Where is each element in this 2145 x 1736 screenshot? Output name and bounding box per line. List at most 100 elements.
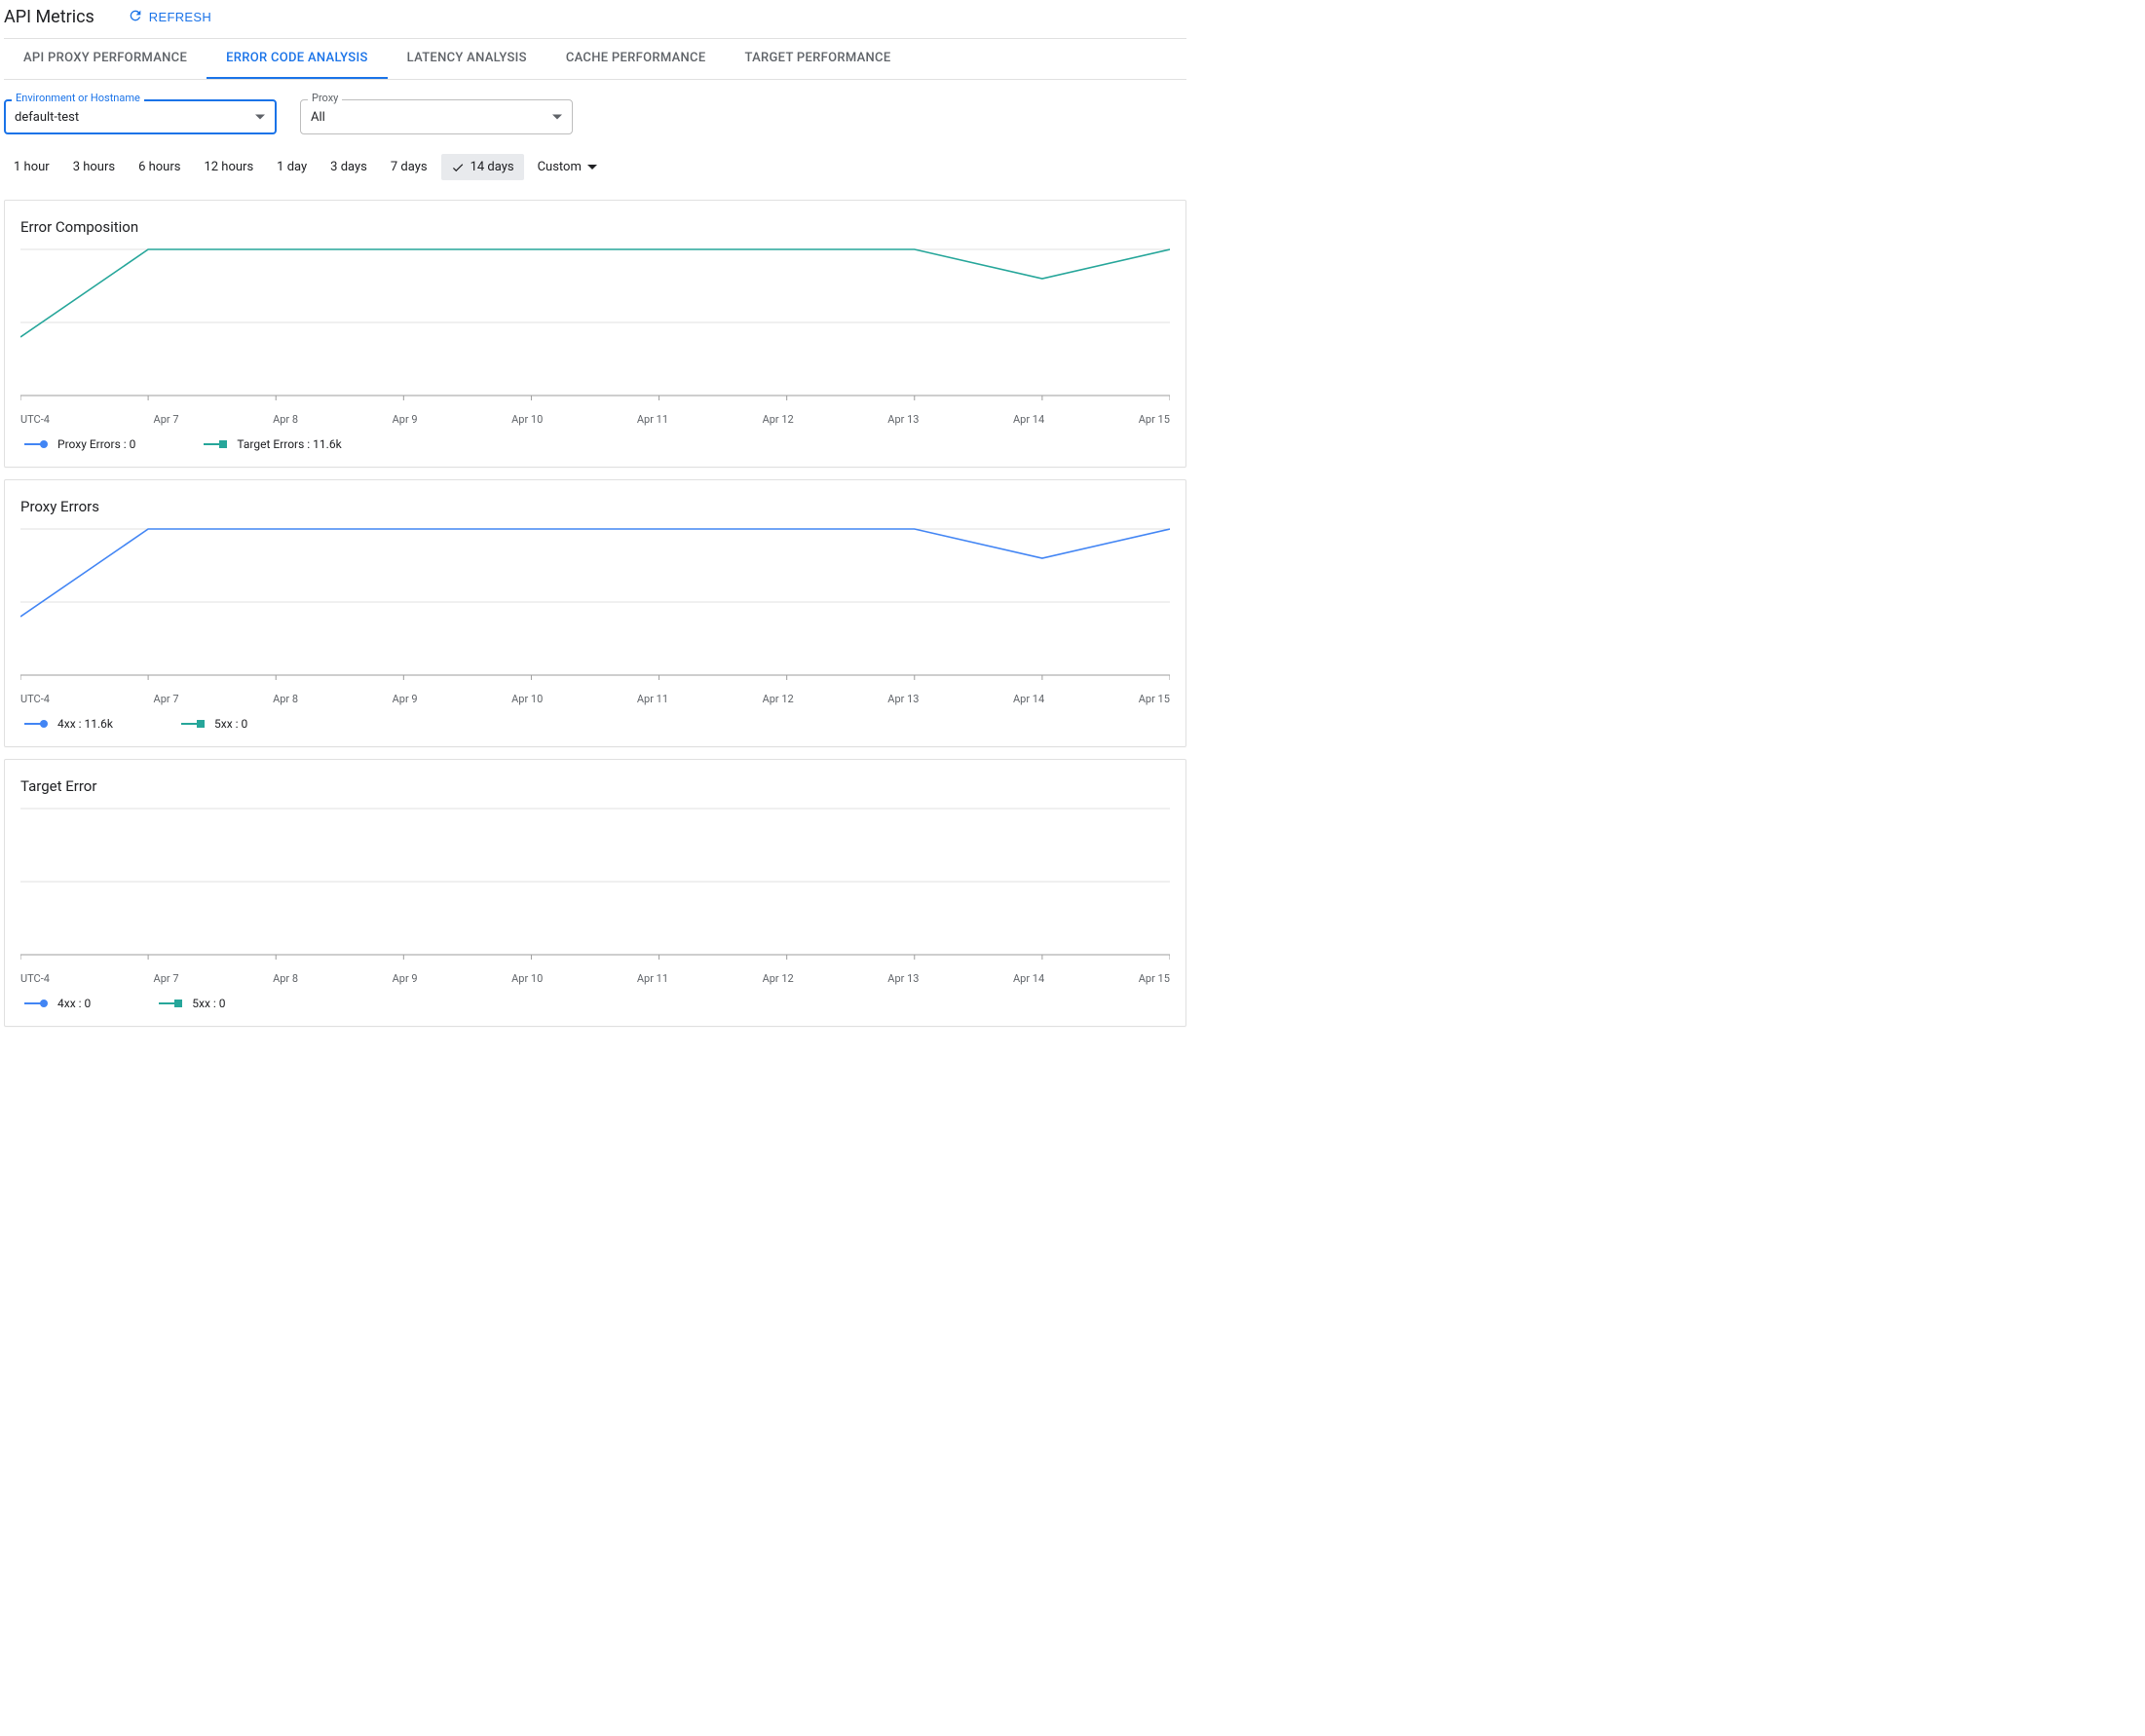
range-label: 14 days	[470, 160, 514, 174]
range-3-hours[interactable]: 3 hours	[63, 154, 125, 180]
range-custom[interactable]: Custom	[528, 154, 607, 180]
legend-swatch	[181, 720, 205, 728]
legend-label: Proxy Errors : 0	[57, 437, 135, 451]
range-label: 1 day	[277, 160, 307, 174]
range-14-days[interactable]: 14 days	[441, 154, 524, 180]
axis-tick: Apr 9	[393, 413, 418, 426]
axis-tick: UTC-4	[20, 693, 59, 705]
axis-tick: Apr 8	[273, 413, 298, 426]
legend: 4xx : 11.6k 5xx : 0	[20, 713, 1170, 736]
axis-tick: Apr 11	[637, 972, 668, 985]
legend-swatch	[204, 440, 227, 448]
legend-item[interactable]: 4xx : 0	[24, 997, 91, 1010]
axis-tick: Apr 7	[154, 972, 179, 985]
axis-tick: Apr 14	[1013, 413, 1044, 426]
chart-plot	[20, 523, 1170, 689]
x-axis: UTC-4 Apr 7 Apr 8 Apr 9 Apr 10 Apr 11 Apr 12 Ap…	[20, 689, 1170, 713]
chart-title: Proxy Errors	[20, 498, 1170, 515]
proxy-value: All	[311, 110, 325, 125]
tab-cache-performance[interactable]: CACHE PERFORMANCE	[546, 39, 726, 79]
range-6-hours[interactable]: 6 hours	[129, 154, 190, 180]
axis-tick: UTC-4	[20, 413, 59, 426]
legend-label: 5xx : 0	[192, 997, 225, 1010]
axis-tick: Apr 12	[763, 693, 794, 705]
axis-tick: Apr 9	[393, 693, 418, 705]
range-label: 6 hours	[138, 160, 180, 174]
range-label: 7 days	[391, 160, 428, 174]
chevron-down-icon	[552, 115, 562, 120]
axis-tick: Apr 7	[154, 413, 179, 426]
axis-tick: Apr 11	[637, 693, 668, 705]
axis-tick: Apr 14	[1013, 972, 1044, 985]
axis-tick: Apr 10	[511, 972, 543, 985]
refresh-label: REFRESH	[149, 10, 211, 24]
tab-latency-analysis[interactable]: LATENCY ANALYSIS	[388, 39, 546, 79]
range-label: 1 hour	[14, 160, 50, 174]
chart-title: Target Error	[20, 777, 1170, 795]
page-title: API Metrics	[4, 7, 94, 27]
proxy-field[interactable]: Proxy All	[300, 99, 573, 134]
range-label: 3 hours	[73, 160, 115, 174]
range-label: 3 days	[330, 160, 367, 174]
time-range-row: 1 hour 3 hours 6 hours 12 hours 1 day 3 days 7…	[4, 140, 1186, 188]
legend: Proxy Errors : 0 Target Errors : 11.6k	[20, 434, 1170, 457]
legend-swatch	[24, 1000, 48, 1007]
range-3-days[interactable]: 3 days	[320, 154, 377, 180]
legend-item[interactable]: 4xx : 11.6k	[24, 717, 113, 731]
range-1-day[interactable]: 1 day	[267, 154, 317, 180]
legend: 4xx : 0 5xx : 0	[20, 993, 1170, 1016]
range-7-days[interactable]: 7 days	[381, 154, 437, 180]
legend-label: 4xx : 0	[57, 997, 91, 1010]
axis-tick: Apr 15	[1139, 413, 1170, 426]
refresh-button[interactable]: REFRESH	[122, 4, 217, 30]
legend-item[interactable]: Target Errors : 11.6k	[204, 437, 341, 451]
axis-tick: Apr 10	[511, 693, 543, 705]
chart-card-target_error: Target Error UTC-4 Apr 7 Apr 8 Apr 9 Apr 10 Ap…	[4, 759, 1186, 1027]
environment-label: Environment or Hostname	[12, 92, 144, 104]
check-icon	[451, 161, 465, 174]
legend-item[interactable]: Proxy Errors : 0	[24, 437, 135, 451]
axis-tick: Apr 13	[887, 413, 919, 426]
axis-tick: Apr 14	[1013, 693, 1044, 705]
tab-target-performance[interactable]: TARGET PERFORMANCE	[726, 39, 911, 79]
chart-plot	[20, 244, 1170, 409]
legend-label: Target Errors : 11.6k	[237, 437, 341, 451]
axis-tick: Apr 12	[763, 413, 794, 426]
axis-tick: Apr 11	[637, 413, 668, 426]
axis-tick: Apr 7	[154, 693, 179, 705]
axis-tick: Apr 15	[1139, 972, 1170, 985]
legend-label: 4xx : 11.6k	[57, 717, 113, 731]
tab-api-proxy-performance[interactable]: API PROXY PERFORMANCE	[4, 39, 207, 79]
chart-plot	[20, 803, 1170, 968]
axis-tick: Apr 8	[273, 693, 298, 705]
environment-field[interactable]: Environment or Hostname default-test	[4, 99, 277, 134]
tab-error-code-analysis[interactable]: ERROR CODE ANALYSIS	[207, 39, 388, 79]
range-label: 12 hours	[204, 160, 253, 174]
axis-tick: Apr 10	[511, 413, 543, 426]
refresh-icon	[128, 8, 149, 26]
legend-swatch	[24, 440, 48, 448]
legend-swatch	[159, 1000, 182, 1007]
axis-tick: Apr 13	[887, 693, 919, 705]
chevron-down-icon	[587, 165, 597, 170]
proxy-label: Proxy	[308, 92, 342, 104]
x-axis: UTC-4 Apr 7 Apr 8 Apr 9 Apr 10 Apr 11 Apr 12 Ap…	[20, 409, 1170, 434]
chevron-down-icon	[255, 115, 265, 120]
range-1-hour[interactable]: 1 hour	[4, 154, 59, 180]
chart-card-proxy_errors: Proxy Errors UTC-4 Apr 7 Apr 8 Apr 9 Apr 10 Ap…	[4, 479, 1186, 747]
x-axis: UTC-4 Apr 7 Apr 8 Apr 9 Apr 10 Apr 11 Apr 12 Ap…	[20, 968, 1170, 993]
axis-tick: Apr 8	[273, 972, 298, 985]
axis-tick: Apr 15	[1139, 693, 1170, 705]
range-label: Custom	[538, 160, 582, 174]
legend-swatch	[24, 720, 48, 728]
axis-tick: Apr 12	[763, 972, 794, 985]
tabs: API PROXY PERFORMANCEERROR CODE ANALYSIS…	[4, 38, 1186, 80]
legend-label: 5xx : 0	[214, 717, 247, 731]
range-12-hours[interactable]: 12 hours	[194, 154, 263, 180]
chart-card-error_composition: Error Composition UTC-4 Apr 7 Apr 8 Apr 9 Apr…	[4, 200, 1186, 468]
chart-title: Error Composition	[20, 218, 1170, 236]
legend-item[interactable]: 5xx : 0	[181, 717, 247, 731]
axis-tick: Apr 9	[393, 972, 418, 985]
axis-tick: UTC-4	[20, 972, 59, 985]
legend-item[interactable]: 5xx : 0	[159, 997, 225, 1010]
